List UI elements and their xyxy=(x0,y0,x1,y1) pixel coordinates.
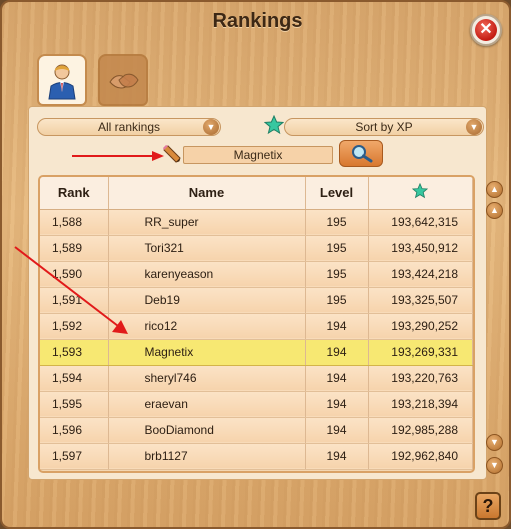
red-arrow-annotation xyxy=(14,246,128,334)
chevron-up-icon: ▲ xyxy=(490,205,499,215)
handshake-icon xyxy=(109,73,139,89)
rank-cell: 1,597 xyxy=(40,443,109,470)
rank-cell: 1,594 xyxy=(40,365,109,392)
scroll-top-button[interactable]: ▲ xyxy=(486,181,503,198)
column-header-level[interactable]: Level xyxy=(305,177,369,210)
level-cell: 194 xyxy=(305,443,369,470)
double-chevron-up-icon: ▲ xyxy=(490,184,499,194)
star-icon xyxy=(412,183,429,199)
red-arrow-annotation xyxy=(72,151,164,161)
name-cell: BooDiamond xyxy=(108,417,306,444)
name-cell: eraevan xyxy=(108,391,306,418)
rankings-window: Rankings ✕ All rankings ▼ Sort by XP ▼ M… xyxy=(0,0,511,529)
table-row[interactable]: 1,597 brb1127 194 192,962,840 xyxy=(40,443,473,470)
column-header-rank[interactable]: Rank xyxy=(40,177,109,210)
level-cell: 194 xyxy=(305,365,369,392)
scroll-down-button[interactable]: ▼ xyxy=(486,434,503,451)
level-cell: 194 xyxy=(305,338,369,366)
sort-dropdown[interactable]: Sort by XP ▼ xyxy=(284,118,484,136)
table-row[interactable]: 1,594 sheryl746 194 193,220,763 xyxy=(40,365,473,392)
xp-cell: 193,269,331 xyxy=(368,338,473,366)
xp-cell: 193,424,218 xyxy=(368,261,473,288)
level-cell: 195 xyxy=(305,209,369,236)
column-header-xp[interactable] xyxy=(368,177,473,210)
window-title: Rankings xyxy=(212,10,303,32)
tab-players[interactable] xyxy=(37,54,87,106)
close-icon: ✕ xyxy=(475,19,497,41)
name-cell: Tori321 xyxy=(108,235,306,262)
tab-alliances[interactable] xyxy=(98,54,148,106)
table-row-highlighted[interactable]: 1,593 Magnetix 194 193,269,331 xyxy=(40,338,473,366)
level-cell: 195 xyxy=(305,287,369,314)
level-cell: 195 xyxy=(305,235,369,262)
scroll-bottom-button[interactable]: ▼ xyxy=(486,457,503,474)
name-cell: rico12 xyxy=(108,313,306,340)
table-row[interactable]: 1,588 RR_super 195 193,642,315 xyxy=(40,209,473,236)
level-cell: 194 xyxy=(305,391,369,418)
scroll-up-button[interactable]: ▲ xyxy=(486,202,503,219)
xp-cell: 193,218,394 xyxy=(368,391,473,418)
name-cell: RR_super xyxy=(108,209,306,236)
rank-cell: 1,596 xyxy=(40,417,109,444)
xp-cell: 192,985,288 xyxy=(368,417,473,444)
xp-cell: 193,450,912 xyxy=(368,235,473,262)
level-cell: 194 xyxy=(305,313,369,340)
rank-cell: 1,593 xyxy=(40,338,109,366)
chevron-down-icon: ▼ xyxy=(466,119,482,135)
chevron-down-icon: ▼ xyxy=(490,437,499,447)
xp-cell: 193,325,507 xyxy=(368,287,473,314)
pencil-icon xyxy=(163,145,181,163)
name-cell: Deb19 xyxy=(108,287,306,314)
player-search-input[interactable]: Magnetix xyxy=(183,146,333,164)
sort-dropdown-label: Sort by XP xyxy=(355,120,413,134)
table-row[interactable]: 1,596 BooDiamond 194 192,985,288 xyxy=(40,417,473,444)
xp-cell: 192,962,840 xyxy=(368,443,473,470)
name-cell: sheryl746 xyxy=(108,365,306,392)
level-cell: 194 xyxy=(305,417,369,444)
xp-cell: 193,642,315 xyxy=(368,209,473,236)
rank-cell: 1,595 xyxy=(40,391,109,418)
magnifier-icon xyxy=(352,145,373,163)
help-button[interactable]: ? xyxy=(475,492,501,520)
scope-dropdown[interactable]: All rankings ▼ xyxy=(37,118,221,136)
name-cell: brb1127 xyxy=(108,443,306,470)
question-icon: ? xyxy=(482,496,494,516)
double-chevron-down-icon: ▼ xyxy=(490,460,499,470)
person-icon xyxy=(48,64,76,100)
xp-cell: 193,290,252 xyxy=(368,313,473,340)
star-icon xyxy=(264,115,284,135)
name-cell: karenyeason xyxy=(108,261,306,288)
table-row[interactable]: 1,595 eraevan 194 193,218,394 xyxy=(40,391,473,418)
column-header-name[interactable]: Name xyxy=(108,177,306,210)
scope-dropdown-label: All rankings xyxy=(97,120,161,134)
xp-cell: 193,220,763 xyxy=(368,365,473,392)
level-cell: 195 xyxy=(305,261,369,288)
name-cell: Magnetix xyxy=(108,338,306,366)
close-button[interactable]: ✕ xyxy=(470,14,502,46)
search-button[interactable] xyxy=(339,140,383,167)
chevron-down-icon: ▼ xyxy=(203,119,219,135)
rank-cell: 1,588 xyxy=(40,209,109,236)
table-header-row: Rank Name Level xyxy=(40,177,473,210)
